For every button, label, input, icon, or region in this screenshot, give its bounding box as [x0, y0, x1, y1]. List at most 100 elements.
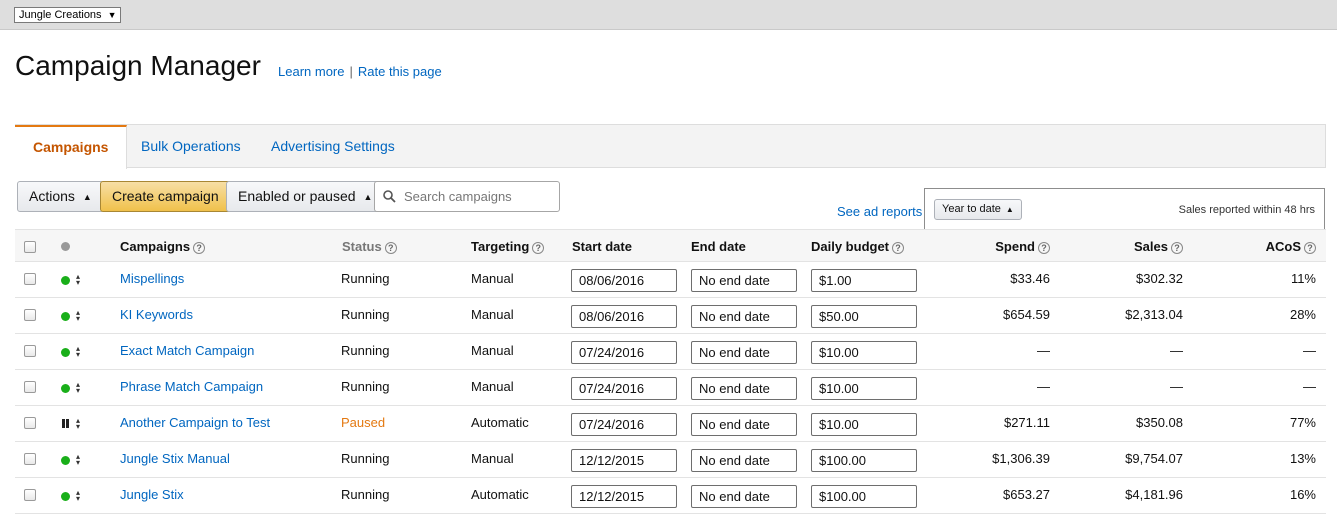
daily-budget-input[interactable] [811, 341, 917, 364]
campaign-name-link[interactable]: Jungle Stix Manual [120, 451, 230, 466]
tab-advertising-settings[interactable]: Advertising Settings [253, 125, 413, 168]
page-title: Campaign Manager [15, 50, 261, 81]
column-header-spend[interactable]: Spend? [995, 239, 1050, 254]
state-toggle-arrows-icon[interactable]: ▴ ▾ [76, 381, 82, 395]
start-date-input[interactable] [571, 413, 677, 436]
campaign-name-link[interactable]: Exact Match Campaign [120, 343, 254, 358]
state-toggle-arrows-icon[interactable]: ▴ ▾ [76, 417, 82, 431]
help-icon[interactable]: ? [384, 242, 397, 254]
acos-value: 28% [1289, 307, 1316, 322]
sales-value: — [1170, 343, 1183, 358]
column-header-campaigns[interactable]: Campaigns? [120, 239, 206, 254]
targeting-text: Manual [471, 379, 514, 394]
help-icon[interactable]: ? [1304, 242, 1316, 254]
row-checkbox[interactable] [24, 273, 36, 285]
daily-budget-input[interactable] [811, 269, 917, 292]
start-date-input[interactable] [571, 485, 677, 508]
daily-budget-input[interactable] [811, 413, 917, 436]
tab-campaigns[interactable]: Campaigns [15, 125, 128, 169]
status-text: Running [341, 307, 390, 322]
daily-budget-input[interactable] [811, 305, 917, 328]
row-checkbox[interactable] [24, 381, 36, 393]
end-date-input[interactable] [691, 485, 797, 508]
period-label: Year to date [942, 203, 1001, 215]
end-date-input[interactable] [691, 377, 797, 400]
row-checkbox[interactable] [24, 453, 36, 465]
search-input[interactable] [402, 188, 552, 205]
enabled-dot-icon[interactable] [61, 384, 70, 393]
campaign-name-link[interactable]: Another Campaign to Test [120, 415, 270, 430]
start-date-input[interactable] [571, 377, 677, 400]
acos-value: — [1303, 343, 1316, 358]
campaign-name-link[interactable]: Mispellings [120, 271, 184, 286]
search-box[interactable] [374, 181, 560, 212]
status-filter-select[interactable]: Enabled or paused ▲︎ [226, 181, 385, 212]
create-campaign-button[interactable]: Create campaign [100, 181, 231, 212]
help-icon[interactable]: ? [1171, 242, 1183, 254]
spend-value: $271.11 [1003, 415, 1050, 430]
state-toggle-arrows-icon[interactable]: ▴ ▾ [76, 489, 82, 503]
period-select[interactable]: Year to date ▲︎ [934, 199, 1022, 220]
daily-budget-input[interactable] [811, 485, 917, 508]
spend-value: — [1037, 379, 1050, 394]
learn-more-link[interactable]: Learn more [278, 64, 344, 79]
column-header-status[interactable]: Status? [342, 239, 397, 254]
targeting-text: Manual [471, 451, 514, 466]
table-row: ▴▾ Mispellings Running Manual $33.46 $302.32 1… [15, 262, 1326, 298]
start-date-input[interactable] [571, 449, 677, 472]
end-date-input[interactable] [691, 449, 797, 472]
column-header-daily-budget[interactable]: Daily budget? [811, 239, 905, 254]
campaign-name-link[interactable]: Phrase Match Campaign [120, 379, 263, 394]
acos-value: 11% [1290, 271, 1316, 286]
state-toggle-arrows-icon[interactable]: ▴ ▾ [76, 345, 82, 359]
column-header-targeting[interactable]: Targeting? [471, 239, 545, 254]
end-date-input[interactable] [691, 305, 797, 328]
state-toggle-arrows-icon[interactable]: ▴ ▾ [76, 453, 82, 467]
start-date-input[interactable] [571, 269, 677, 292]
enabled-dot-icon[interactable] [61, 456, 70, 465]
help-icon[interactable]: ? [1038, 242, 1050, 254]
column-header-sales[interactable]: Sales? [1134, 239, 1183, 254]
column-header-acos[interactable]: ACoS? [1266, 239, 1316, 254]
enabled-dot-icon[interactable] [61, 312, 70, 321]
top-bar: Jungle Creations ▼ [0, 0, 1337, 30]
targeting-text: Automatic [471, 487, 529, 502]
column-header-end-date[interactable]: End date [691, 239, 746, 254]
account-select[interactable]: Jungle Creations ▼ [14, 7, 122, 23]
daily-budget-input[interactable] [811, 377, 917, 400]
campaign-name-link[interactable]: Jungle Stix [120, 487, 184, 502]
column-header-start-date[interactable]: Start date [572, 239, 632, 254]
targeting-text: Manual [471, 307, 514, 322]
enabled-dot-icon[interactable] [61, 348, 70, 357]
row-checkbox[interactable] [24, 417, 36, 429]
end-date-input[interactable] [691, 341, 797, 364]
help-icon[interactable]: ? [193, 242, 206, 254]
end-date-input[interactable] [691, 269, 797, 292]
state-toggle-arrows-icon[interactable]: ▴ ▾ [76, 273, 82, 287]
start-date-input[interactable] [571, 341, 677, 364]
campaign-name-link[interactable]: KI Keywords [120, 307, 193, 322]
end-date-input[interactable] [691, 413, 797, 436]
state-toggle-arrows-icon[interactable]: ▴ ▾ [76, 309, 82, 323]
enabled-dot-icon[interactable] [61, 276, 70, 285]
row-checkbox[interactable] [24, 309, 36, 321]
help-icon[interactable]: ? [532, 242, 545, 254]
start-date-input[interactable] [571, 305, 677, 328]
help-icon[interactable]: ? [892, 242, 905, 254]
targeting-text: Manual [471, 343, 514, 358]
tab-bulk-operations[interactable]: Bulk Operations [123, 125, 259, 168]
row-checkbox[interactable] [24, 345, 36, 357]
spend-value: $654.59 [1003, 307, 1050, 322]
daily-budget-input[interactable] [811, 449, 917, 472]
sales-value: — [1170, 379, 1183, 394]
actions-button[interactable]: Actions ▲︎ [17, 181, 104, 212]
pause-icon[interactable] [62, 419, 70, 429]
spend-value: $1,306.39 [992, 451, 1050, 466]
see-ad-reports-link[interactable]: See ad reports [837, 204, 922, 219]
rate-page-link[interactable]: Rate this page [358, 64, 442, 79]
row-checkbox[interactable] [24, 489, 36, 501]
targeting-text: Manual [471, 271, 514, 286]
table-row: ▴ ▾ Another Campaign to Test Paused Automati… [15, 406, 1326, 442]
select-all-checkbox[interactable] [24, 241, 36, 253]
enabled-dot-icon[interactable] [61, 492, 70, 501]
